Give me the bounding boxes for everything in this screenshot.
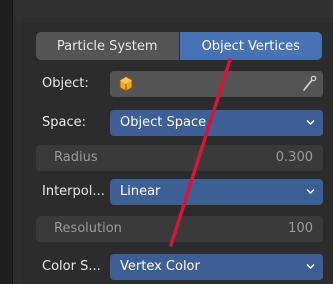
- chevron-down-icon: [306, 264, 315, 269]
- resolution-field[interactable]: Resolution 100: [36, 216, 323, 242]
- color-source-row: Color S... Vertex Color: [36, 254, 323, 280]
- radius-value: 0.300: [275, 150, 313, 165]
- interpolation-dropdown[interactable]: Linear: [110, 179, 323, 205]
- space-label: Space:: [42, 115, 86, 130]
- space-row: Space: Object Space: [36, 110, 323, 136]
- chevron-down-icon: [306, 189, 315, 194]
- chevron-down-icon: [306, 120, 315, 125]
- source-tabs: Particle System Object Vertices: [36, 32, 322, 60]
- color-source-dropdown[interactable]: Vertex Color: [110, 254, 323, 280]
- resolution-value: 100: [288, 221, 313, 236]
- color-source-label: Color S...: [42, 259, 101, 274]
- resolution-label: Resolution: [54, 221, 122, 236]
- object-field[interactable]: [110, 71, 323, 97]
- interpolation-row: Interpol... Linear: [36, 179, 323, 205]
- left-sidebar-strip: [0, 0, 12, 284]
- interpolation-value: Linear: [120, 184, 161, 199]
- radius-label: Radius: [54, 150, 98, 165]
- space-dropdown[interactable]: Object Space: [110, 110, 323, 136]
- orange-object-icon: [119, 76, 133, 92]
- color-source-value: Vertex Color: [120, 259, 200, 274]
- sidebar-divider: [12, 0, 13, 284]
- top-panel-bar: [13, 0, 333, 18]
- tab-object-vertices[interactable]: Object Vertices: [178, 32, 322, 60]
- tab-particle-system[interactable]: Particle System: [36, 32, 179, 60]
- object-row: Object:: [36, 71, 323, 97]
- eyedropper-icon[interactable]: [301, 75, 317, 92]
- interpolation-label: Interpol...: [42, 184, 105, 199]
- radius-field[interactable]: Radius 0.300: [36, 145, 323, 171]
- space-value: Object Space: [120, 115, 207, 130]
- object-label: Object:: [42, 76, 89, 91]
